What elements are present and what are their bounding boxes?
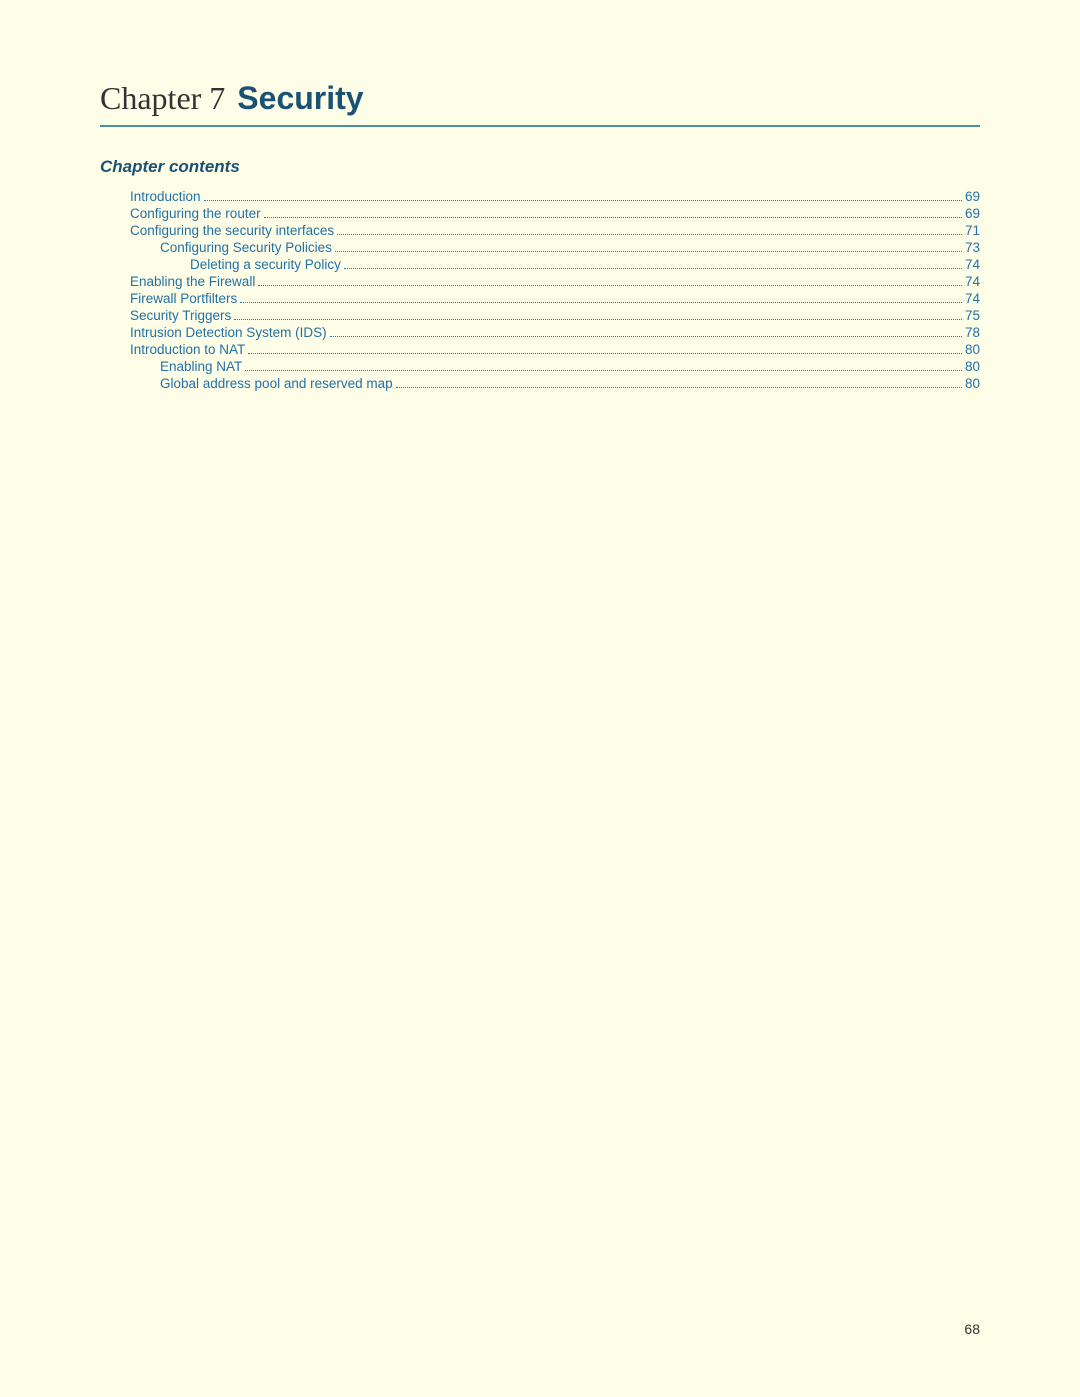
chapter-contents-heading: Chapter contents [100,157,980,177]
toc-label[interactable]: Enabling NAT [100,359,242,374]
toc-dots [330,336,962,337]
table-of-contents: Introduction69Configuring the router69Co… [100,189,980,391]
toc-item[interactable]: Configuring Security Policies 73 [100,240,980,255]
toc-item[interactable]: Global address pool and reserved map 80 [100,376,980,391]
toc-page: 69 [965,206,980,221]
toc-page: 75 [965,308,980,323]
toc-dots [344,268,962,269]
toc-dots [234,319,962,320]
toc-dots [240,302,962,303]
toc-dots [248,353,962,354]
toc-page: 74 [965,257,980,272]
toc-item[interactable]: Configuring the router 69 [100,206,980,221]
toc-item[interactable]: Configuring the security interfaces 71 [100,223,980,238]
toc-label[interactable]: Enabling the Firewall [100,274,255,289]
toc-dots [337,234,962,235]
toc-item[interactable]: Deleting a security Policy 74 [100,257,980,272]
toc-page: 78 [965,325,980,340]
toc-page: 71 [965,223,980,238]
toc-item[interactable]: Introduction 69 [100,189,980,204]
toc-item[interactable]: Security Triggers 75 [100,308,980,323]
toc-page: 74 [965,291,980,306]
toc-page: 80 [965,359,980,374]
toc-label[interactable]: Configuring the router [100,206,261,221]
toc-label[interactable]: Intrusion Detection System (IDS) [100,325,327,340]
toc-page: 69 [965,189,980,204]
chapter-header: Chapter 7 Security [100,80,980,117]
toc-item[interactable]: Firewall Portfilters 74 [100,291,980,306]
toc-label[interactable]: Deleting a security Policy [100,257,341,272]
toc-item[interactable]: Enabling NAT 80 [100,359,980,374]
toc-dots [204,200,962,201]
chapter-title: Security [237,80,363,117]
chapter-divider [100,125,980,127]
toc-dots [396,387,962,388]
toc-dots [335,251,962,252]
chapter-label: Chapter 7 [100,80,225,117]
toc-page: 74 [965,274,980,289]
toc-dots [258,285,962,286]
toc-label[interactable]: Security Triggers [100,308,231,323]
toc-label[interactable]: Firewall Portfilters [100,291,237,306]
toc-label[interactable]: Introduction to NAT [100,342,245,357]
toc-page: 80 [965,376,980,391]
toc-page: 73 [965,240,980,255]
toc-item[interactable]: Enabling the Firewall 74 [100,274,980,289]
toc-label[interactable]: Introduction [100,189,201,204]
toc-item[interactable]: Introduction to NAT 80 [100,342,980,357]
toc-label[interactable]: Global address pool and reserved map [100,376,393,391]
toc-label[interactable]: Configuring Security Policies [100,240,332,255]
toc-page: 80 [965,342,980,357]
page-number: 68 [964,1321,980,1337]
toc-dots [264,217,962,218]
toc-dots [245,370,962,371]
toc-label[interactable]: Configuring the security interfaces [100,223,334,238]
toc-item[interactable]: Intrusion Detection System (IDS) 78 [100,325,980,340]
